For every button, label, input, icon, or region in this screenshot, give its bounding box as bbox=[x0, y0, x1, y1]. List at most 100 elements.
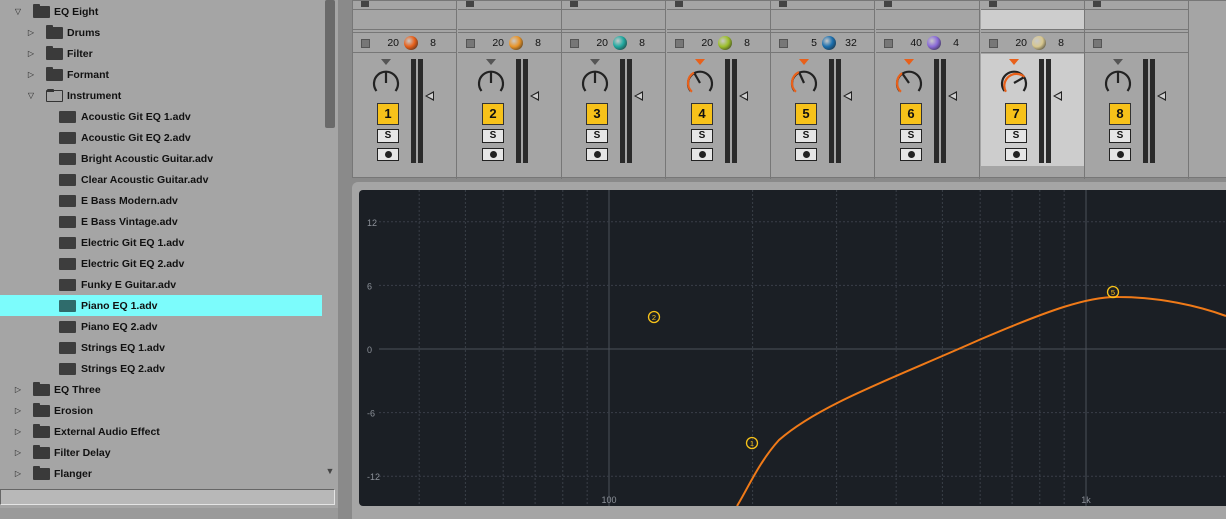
panel-divider[interactable] bbox=[338, 0, 352, 519]
record-arm-button[interactable] bbox=[900, 148, 922, 161]
band-enable-toggle[interactable] bbox=[884, 39, 893, 48]
band-number-button[interactable]: 3 bbox=[586, 103, 608, 125]
band-enable-toggle[interactable] bbox=[570, 39, 579, 48]
band-color-icon[interactable] bbox=[404, 36, 418, 50]
band-color-icon[interactable] bbox=[718, 36, 732, 50]
solo-button[interactable]: S bbox=[482, 129, 504, 143]
band-color-icon[interactable] bbox=[509, 36, 523, 50]
band-color-icon[interactable] bbox=[822, 36, 836, 50]
eq-graph[interactable]: 1260-6-12100 1k125 bbox=[359, 190, 1226, 506]
band-toggle-top[interactable] bbox=[466, 1, 474, 7]
collapsed-triangle-icon[interactable]: ▷ bbox=[26, 22, 36, 43]
collapsed-triangle-icon[interactable]: ▷ bbox=[26, 64, 36, 85]
browser-folder[interactable]: ▷ Flanger bbox=[0, 463, 322, 484]
browser-folder[interactable]: ▷ External Audio Effect bbox=[0, 421, 322, 442]
band-knob[interactable] bbox=[371, 67, 401, 97]
expanded-triangle-icon[interactable]: ▽ bbox=[13, 1, 23, 22]
expanded-triangle-icon[interactable]: ▽ bbox=[26, 85, 36, 106]
browser-folder[interactable]: ▷ Erosion bbox=[0, 400, 322, 421]
browser-file[interactable]: Electric Git EQ 2.adv bbox=[0, 253, 322, 274]
browser-file[interactable]: Clear Acoustic Guitar.adv bbox=[0, 169, 322, 190]
browser-folder[interactable]: ▷ Drums bbox=[0, 22, 322, 43]
band-enable-toggle[interactable] bbox=[675, 39, 684, 48]
browser-file[interactable]: Strings EQ 2.adv bbox=[0, 358, 322, 379]
band-number-button[interactable]: 8 bbox=[1109, 103, 1131, 125]
band-color-icon[interactable] bbox=[927, 36, 941, 50]
collapsed-triangle-icon[interactable]: ▷ bbox=[13, 442, 23, 463]
record-arm-button[interactable] bbox=[795, 148, 817, 161]
collapsed-triangle-icon[interactable]: ▷ bbox=[26, 43, 36, 64]
solo-button[interactable]: S bbox=[1005, 129, 1027, 143]
browser-folder[interactable]: ▽ EQ Eight bbox=[0, 1, 322, 22]
browser-file[interactable]: Acoustic Git EQ 1.adv bbox=[0, 106, 322, 127]
band-number-button[interactable]: 4 bbox=[691, 103, 713, 125]
band-toggle-top[interactable] bbox=[779, 1, 787, 7]
band-number-button[interactable]: 6 bbox=[900, 103, 922, 125]
band-knob[interactable] bbox=[1103, 67, 1133, 97]
band-knob[interactable] bbox=[894, 67, 924, 97]
collapsed-triangle-icon[interactable]: ▷ bbox=[13, 463, 23, 484]
browser-file[interactable]: Bright Acoustic Guitar.adv bbox=[0, 148, 322, 169]
band-enable-toggle[interactable] bbox=[361, 39, 370, 48]
solo-button[interactable]: S bbox=[691, 129, 713, 143]
band-color-icon[interactable] bbox=[613, 36, 627, 50]
band-number-button[interactable]: 1 bbox=[377, 103, 399, 125]
scrollbar-thumb[interactable] bbox=[325, 0, 335, 128]
band-knob[interactable] bbox=[999, 67, 1029, 97]
collapsed-triangle-icon[interactable]: ▷ bbox=[13, 421, 23, 442]
browser-file[interactable]: Piano EQ 1.adv bbox=[0, 295, 322, 316]
browser-file[interactable]: E Bass Vintage.adv bbox=[0, 211, 322, 232]
record-arm-button[interactable] bbox=[377, 148, 399, 161]
eq-display[interactable]: 12 6 0 -6 -12 100 1k 1 2 5 bbox=[359, 190, 1226, 506]
band-toggle-top[interactable] bbox=[989, 1, 997, 7]
browser-file[interactable]: Acoustic Git EQ 2.adv bbox=[0, 127, 322, 148]
browser-folder[interactable]: ▷ Filter Delay bbox=[0, 442, 322, 463]
browser-scrollbar[interactable]: ▼ bbox=[324, 0, 336, 484]
band-knob[interactable] bbox=[580, 67, 610, 97]
volume-triangle-icon[interactable] bbox=[530, 91, 539, 101]
browser-file[interactable]: Strings EQ 1.adv bbox=[0, 337, 322, 358]
collapsed-triangle-icon[interactable]: ▷ bbox=[13, 379, 23, 400]
band-toggle-top[interactable] bbox=[884, 1, 892, 7]
band-enable-toggle[interactable] bbox=[779, 39, 788, 48]
band-number-button[interactable]: 2 bbox=[482, 103, 504, 125]
browser-file[interactable]: Funky E Guitar.adv bbox=[0, 274, 322, 295]
browser-file[interactable]: E Bass Modern.adv bbox=[0, 190, 322, 211]
solo-button[interactable]: S bbox=[586, 129, 608, 143]
solo-button[interactable]: S bbox=[900, 129, 922, 143]
band-enable-toggle[interactable] bbox=[989, 39, 998, 48]
band-knob[interactable] bbox=[476, 67, 506, 97]
solo-button[interactable]: S bbox=[795, 129, 817, 143]
record-arm-button[interactable] bbox=[482, 148, 504, 161]
browser-search-input[interactable] bbox=[0, 489, 335, 505]
volume-triangle-icon[interactable] bbox=[843, 91, 852, 101]
browser-folder[interactable]: ▷ Filter bbox=[0, 43, 322, 64]
record-arm-button[interactable] bbox=[1005, 148, 1027, 161]
record-arm-button[interactable] bbox=[691, 148, 713, 161]
band-toggle-top[interactable] bbox=[675, 1, 683, 7]
volume-triangle-icon[interactable] bbox=[1157, 91, 1166, 101]
band-enable-toggle[interactable] bbox=[466, 39, 475, 48]
band-knob[interactable] bbox=[685, 67, 715, 97]
band-knob[interactable] bbox=[789, 67, 819, 97]
record-arm-button[interactable] bbox=[1109, 148, 1131, 161]
band-number-button[interactable]: 5 bbox=[795, 103, 817, 125]
volume-triangle-icon[interactable] bbox=[634, 91, 643, 101]
record-arm-button[interactable] bbox=[586, 148, 608, 161]
band-toggle-top[interactable] bbox=[570, 1, 578, 7]
browser-file[interactable]: Electric Git EQ 1.adv bbox=[0, 232, 322, 253]
browser-file[interactable]: Piano EQ 2.adv bbox=[0, 316, 322, 337]
band-enable-toggle[interactable] bbox=[1093, 39, 1102, 48]
volume-triangle-icon[interactable] bbox=[425, 91, 434, 101]
browser-folder[interactable]: ▷ Formant bbox=[0, 64, 322, 85]
browser-folder[interactable]: ▷ EQ Three bbox=[0, 379, 322, 400]
collapsed-triangle-icon[interactable]: ▷ bbox=[13, 400, 23, 421]
band-color-icon[interactable] bbox=[1032, 36, 1046, 50]
volume-triangle-icon[interactable] bbox=[1053, 91, 1062, 101]
solo-button[interactable]: S bbox=[1109, 129, 1131, 143]
solo-button[interactable]: S bbox=[377, 129, 399, 143]
band-number-button[interactable]: 7 bbox=[1005, 103, 1027, 125]
volume-triangle-icon[interactable] bbox=[739, 91, 748, 101]
scroll-down-arrow-icon[interactable]: ▼ bbox=[324, 466, 336, 476]
band-toggle-top[interactable] bbox=[1093, 1, 1101, 7]
